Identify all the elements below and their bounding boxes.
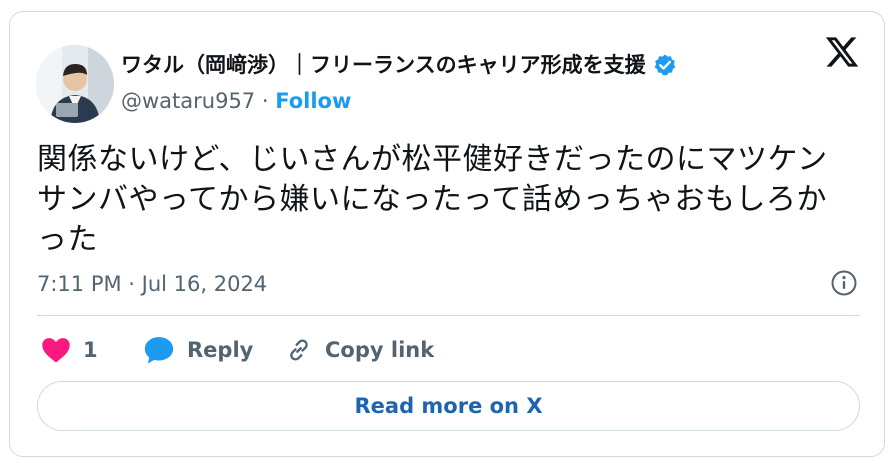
like-count: 1	[83, 338, 98, 362]
reply-label: Reply	[187, 338, 254, 362]
copy-link-label: Copy link	[325, 338, 435, 362]
link-icon	[290, 339, 308, 361]
verified-badge-icon	[653, 53, 677, 77]
read-more-label: Read more on X	[354, 394, 543, 418]
display-name[interactable]: ワタル（岡﨑渉）｜フリーランスのキャリア形成を支援	[121, 52, 677, 78]
handle[interactable]: @wataru957	[121, 89, 255, 113]
reply-bubble-icon	[144, 337, 174, 364]
divider	[37, 315, 860, 316]
display-name-text: ワタル（岡﨑渉）｜フリーランスのキャリア形成を支援	[121, 53, 646, 77]
info-icon[interactable]	[830, 269, 858, 297]
copy-link-button[interactable]: Copy link	[285, 334, 434, 366]
handle-row: @wataru957 · Follow	[121, 88, 351, 114]
follow-link[interactable]: Follow	[275, 89, 351, 113]
reply-button[interactable]: Reply	[143, 334, 253, 366]
avatar[interactable]	[36, 45, 114, 123]
tweet-text: 関係ないけど、じいさんが松平健好きだったのにマツケンサンバやってから嫌いになった…	[37, 142, 828, 257]
handle-separator: ·	[255, 89, 276, 113]
timestamp-link[interactable]: 7:11 PM · Jul 16, 2024	[37, 271, 267, 297]
x-logo-icon[interactable]	[824, 34, 860, 70]
like-button[interactable]: 1	[41, 334, 98, 366]
embedded-tweet-card: ワタル（岡﨑渉）｜フリーランスのキャリア形成を支援 @wataru957 · F…	[9, 11, 885, 457]
heart-icon	[42, 338, 70, 363]
read-more-button[interactable]: Read more on X	[37, 381, 860, 431]
